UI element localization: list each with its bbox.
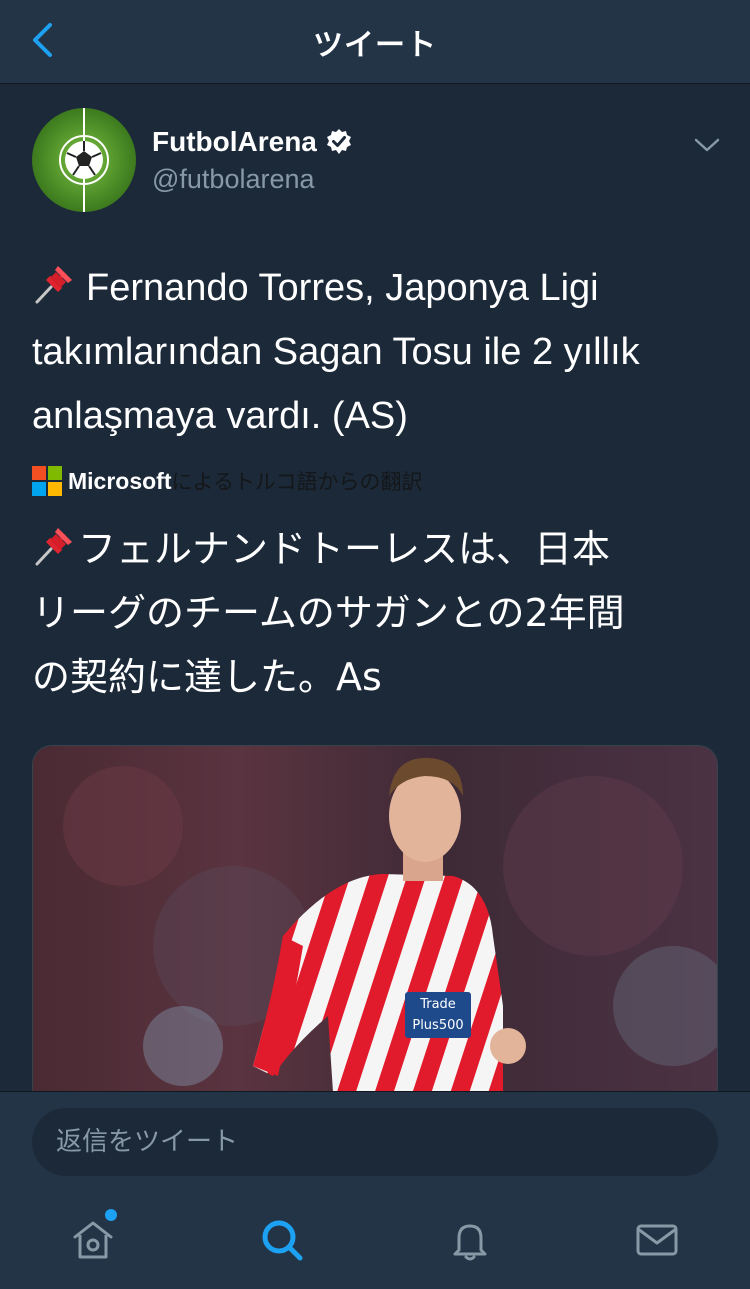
back-button[interactable] (22, 20, 62, 60)
translated-text: フェルナンドトーレスは、日本 リーグのチームのサガンとの2年間 の契約に達した。… (32, 517, 722, 709)
translated-line-1: フェルナンドトーレスは、日本 (78, 527, 611, 571)
microsoft-logo-icon (32, 466, 62, 496)
tab-home[interactable] (68, 1215, 118, 1265)
pushpin-icon (35, 528, 72, 566)
svg-text:Plus500: Plus500 (412, 1018, 463, 1033)
translation-attribution: Microsoft によるトルコ語からの翻訳 (32, 464, 422, 498)
top-nav-bar: ツイート (0, 0, 750, 84)
search-icon (262, 1220, 303, 1261)
avatar[interactable] (32, 108, 136, 212)
tweet-text-line-3: anlaşmaya vardı. (AS) (32, 395, 408, 437)
tab-messages[interactable] (632, 1215, 682, 1265)
chevron-left-icon (33, 23, 52, 57)
pushpin-icon (35, 266, 72, 304)
tweet-photo[interactable]: Trade Plus500 (32, 745, 718, 1091)
author-names: FutbolArena @futbolarena (152, 126, 353, 195)
translated-line-3: の契約に達した。As (32, 655, 382, 699)
reply-bar (0, 1091, 750, 1191)
notification-dot (105, 1209, 117, 1221)
futbolarena-logo (32, 108, 136, 212)
tweet-text: Fernando Torres, Japonya Ligi takımların… (32, 256, 722, 448)
page-title: ツイート (313, 27, 437, 63)
tweet-author: FutbolArena @futbolarena (32, 108, 722, 212)
translated-line-2: リーグのチームのサガンとの2年間 (32, 591, 625, 635)
translation-label: によるトルコ語からの翻訳 (171, 470, 423, 494)
tweet-text-line-2: takımlarından Sagan Tosu ile 2 yıllık (32, 331, 640, 373)
user-handle[interactable]: @futbolarena (152, 164, 353, 195)
display-name[interactable]: FutbolArena (152, 126, 317, 158)
svg-text:Trade: Trade (419, 997, 456, 1012)
tab-notifications[interactable] (445, 1215, 495, 1265)
football-player-photo: Trade Plus500 (33, 746, 717, 1091)
tab-search[interactable] (257, 1215, 307, 1265)
verified-badge-icon (326, 129, 351, 154)
reply-input[interactable] (32, 1108, 718, 1176)
translation-provider: Microsoft (68, 467, 172, 494)
chevron-down-icon[interactable] (692, 130, 722, 160)
bell-icon (453, 1224, 487, 1261)
tweet-text-line-1: Fernando Torres, Japonya Ligi (86, 267, 599, 309)
mail-icon (636, 1224, 678, 1256)
home-icon (73, 1221, 113, 1259)
bottom-tab-bar (0, 1191, 750, 1289)
